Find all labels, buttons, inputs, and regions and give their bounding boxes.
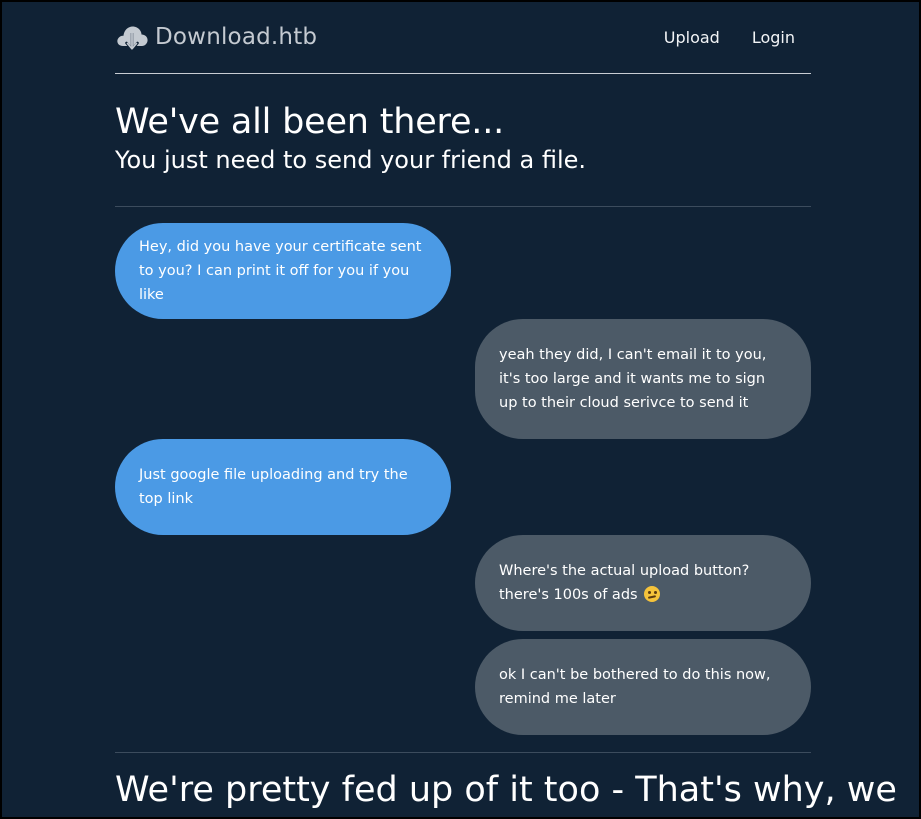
chat-conversation: Hey, did you have your certificate sent …: [115, 207, 811, 752]
chat-message-text: yeah they did, I can't email it to you, …: [499, 347, 767, 411]
hero-subtitle: You just need to send your friend a file…: [115, 146, 587, 174]
chat-bubble-right: Where's the actual upload button? there'…: [475, 535, 811, 631]
chat-message-body: Where's the actual upload button? there'…: [499, 559, 787, 607]
chat-message-text: Just google file uploading and try the t…: [139, 467, 408, 507]
chat-bubble-left: Just google file uploading and try the t…: [115, 439, 451, 535]
navbar: Download.htb Upload Login: [115, 2, 811, 74]
woozy-face-icon: [644, 586, 661, 602]
chat-bubble-right: ok I can't be bothered to do this now, r…: [475, 639, 811, 735]
features-section: We're pretty fed up of it too - That's w…: [115, 752, 897, 811]
page: Download.htb Upload Login We've all been…: [2, 2, 919, 817]
chat-message-text: ok I can't be bothered to do this now, r…: [499, 667, 771, 707]
nav-links: Upload Login: [664, 28, 795, 47]
chat-message-text: Hey, did you have your certificate sent …: [139, 239, 422, 303]
cloud-download-icon: [117, 26, 148, 51]
brand-name: Download.htb: [155, 24, 318, 50]
features-heading: We're pretty fed up of it too - That's w…: [115, 770, 897, 810]
nav-login-link[interactable]: Login: [752, 28, 795, 47]
nav-upload-link[interactable]: Upload: [664, 28, 720, 47]
main-container: Download.htb Upload Login We've all been…: [115, 2, 897, 811]
hero-title: We've all been there...: [115, 102, 505, 142]
chat-bubble-right: yeah they did, I can't email it to you, …: [475, 319, 811, 439]
chat-message-text: Where's the actual upload button? there'…: [499, 563, 750, 603]
brand-link[interactable]: Download.htb: [115, 20, 317, 54]
hero-section: We've all been there... You just need to…: [115, 74, 811, 207]
chat-bubble-left: Hey, did you have your certificate sent …: [115, 223, 451, 319]
